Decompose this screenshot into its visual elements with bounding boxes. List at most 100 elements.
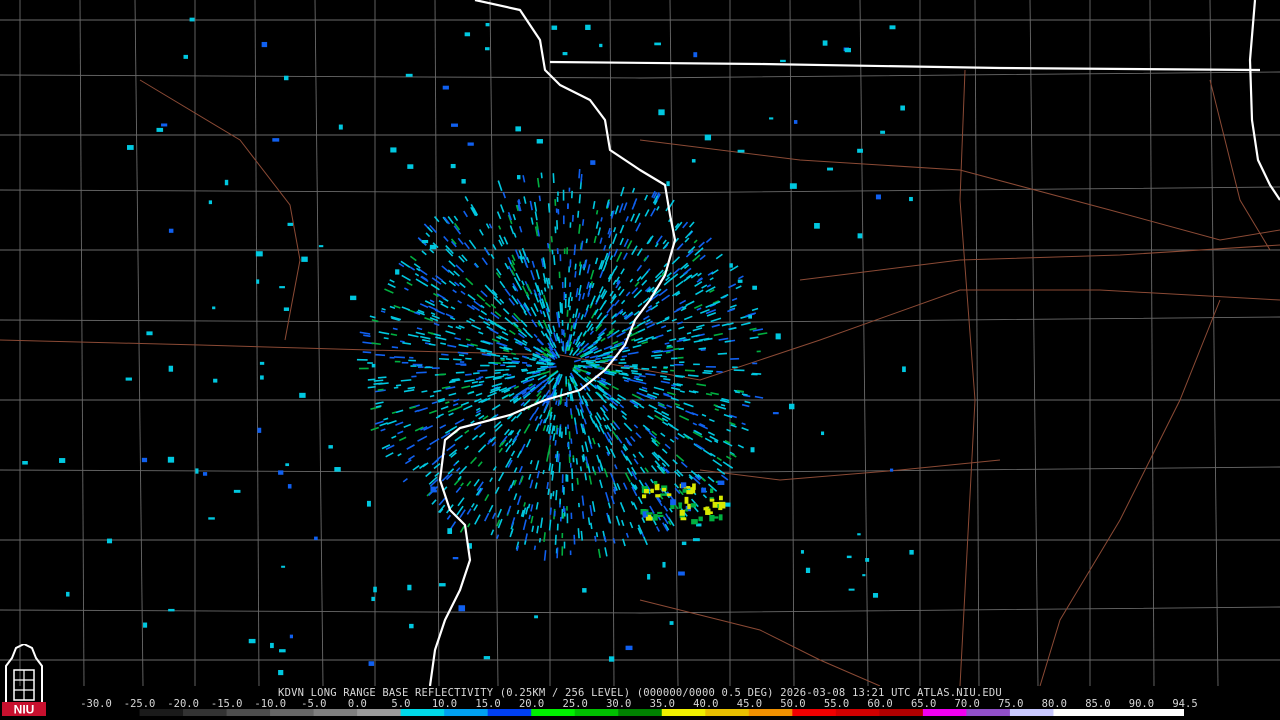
echo: [358, 367, 369, 370]
echo: [670, 499, 676, 506]
scale-swatch: [705, 709, 750, 716]
echo: [814, 223, 820, 229]
echo: [278, 669, 284, 676]
echo: [862, 574, 866, 577]
echo: [585, 24, 591, 30]
echo: [678, 502, 683, 505]
echo: [409, 623, 414, 629]
echo: [718, 514, 723, 521]
echo: [666, 493, 672, 497]
echo: [556, 523, 559, 531]
echo: [516, 175, 521, 180]
echo: [168, 365, 174, 372]
echo: [257, 427, 262, 433]
echo: [301, 256, 308, 262]
echo: [167, 456, 175, 463]
echo: [488, 362, 495, 364]
echo: [632, 364, 638, 366]
echo: [909, 196, 913, 202]
scale-swatch: [313, 709, 358, 716]
echo: [678, 571, 685, 576]
echo: [563, 486, 565, 495]
echo: [566, 506, 568, 511]
echo: [568, 187, 571, 192]
echo: [562, 189, 565, 201]
echo: [556, 196, 559, 202]
echo: [389, 356, 395, 359]
echo: [565, 376, 568, 385]
echo: [565, 426, 567, 435]
echo: [846, 555, 852, 559]
scale-swatch: [139, 709, 184, 716]
echo: [716, 370, 723, 373]
scale-swatch: [661, 709, 706, 716]
echo: [775, 333, 781, 340]
echo: [557, 209, 560, 215]
echo: [409, 356, 414, 359]
echo: [536, 139, 543, 144]
echo: [272, 138, 280, 142]
echo: [299, 392, 306, 398]
echo: [737, 149, 745, 153]
echo: [633, 367, 638, 370]
echo: [865, 558, 870, 562]
echo: [224, 179, 229, 186]
echo: [22, 461, 28, 465]
echo: [653, 480, 658, 485]
echo: [429, 244, 437, 250]
echo: [556, 248, 559, 255]
echo: [287, 484, 292, 489]
scale-swatch: [270, 709, 315, 716]
echo: [261, 41, 268, 48]
echo: [789, 183, 797, 189]
echo: [562, 329, 565, 336]
echo: [567, 442, 569, 448]
echo: [127, 145, 134, 150]
echo: [569, 282, 571, 287]
echo: [442, 85, 449, 90]
scale-swatch: [531, 709, 576, 716]
echo: [889, 468, 894, 472]
scale-swatch: [574, 709, 619, 716]
echo: [569, 462, 572, 468]
echo: [822, 40, 828, 46]
echo: [338, 124, 343, 130]
echo: [515, 126, 522, 132]
scale-swatch: [357, 709, 402, 716]
echo: [161, 123, 168, 127]
echo: [366, 500, 371, 507]
echo: [279, 649, 286, 653]
echo: [356, 358, 368, 361]
echo: [655, 494, 661, 498]
echo: [564, 298, 567, 309]
echo: [572, 457, 575, 463]
echo: [278, 470, 284, 475]
echo: [756, 350, 761, 353]
echo: [208, 200, 213, 205]
echo: [643, 489, 649, 494]
echo: [106, 538, 113, 544]
echo: [559, 498, 562, 505]
echo: [705, 365, 716, 368]
echo: [459, 361, 465, 363]
echo: [458, 605, 466, 612]
echo: [480, 364, 490, 367]
echo: [146, 331, 153, 336]
echo: [565, 397, 568, 408]
echo: [691, 519, 698, 525]
echo: [686, 490, 693, 495]
echo: [373, 586, 377, 593]
echo: [213, 378, 218, 383]
echo: [566, 513, 569, 524]
echo: [709, 498, 715, 502]
echo: [410, 365, 417, 367]
echo: [561, 320, 564, 326]
echo: [729, 263, 733, 268]
echo: [654, 483, 660, 491]
echo: [673, 363, 684, 366]
echo: [569, 550, 572, 556]
echo: [559, 516, 562, 522]
echo: [608, 656, 615, 662]
echo: [125, 377, 132, 381]
echo: [248, 638, 256, 644]
